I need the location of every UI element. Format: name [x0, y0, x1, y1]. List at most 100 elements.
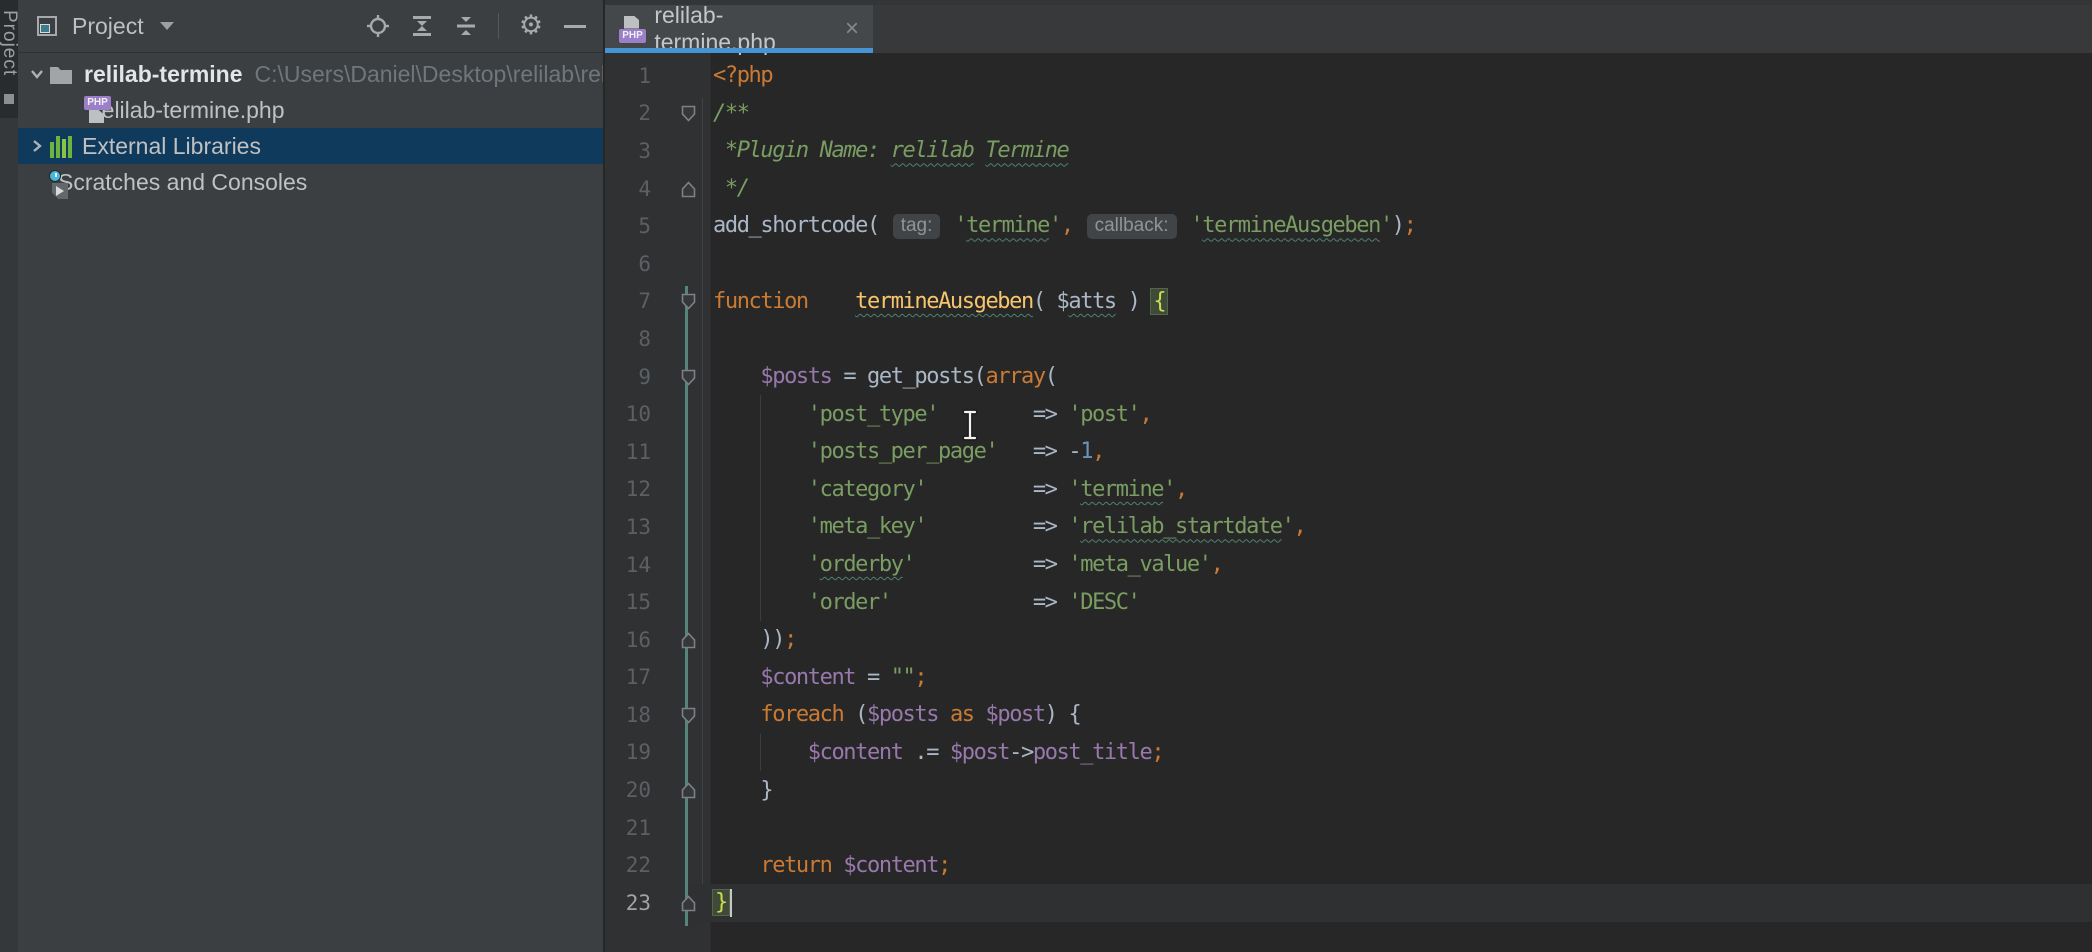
code-line-12[interactable]: 12 'category' => 'termine', — [605, 471, 2092, 509]
fold-column — [651, 320, 711, 358]
code-text[interactable]: add_shortcode( tag: 'termine', callback:… — [711, 213, 2092, 239]
toolbar-divider — [498, 13, 499, 39]
code-line-17[interactable]: 17 $content = ""; — [605, 659, 2092, 697]
code-line-10[interactable]: 10 'post_type' => 'post', — [605, 395, 2092, 433]
fold-marker-icon[interactable] — [651, 621, 711, 659]
stripe-icon[interactable] — [4, 94, 14, 104]
fold-column — [651, 846, 711, 884]
line-number: 2 — [605, 101, 651, 125]
indent-guide — [760, 583, 761, 621]
code-line-7[interactable]: 7 function termineAusgeben( $atts ) { — [605, 283, 2092, 321]
line-number: 17 — [605, 665, 651, 689]
tab-bar: PHP relilab-termine.php × — [605, 0, 2092, 53]
code-line-15[interactable]: 15 'order' => 'DESC' — [605, 583, 2092, 621]
code-line-23[interactable]: 23} — [605, 884, 2092, 922]
line-number: 22 — [605, 853, 651, 877]
fold-marker-icon[interactable] — [651, 358, 711, 396]
fold-marker-icon[interactable] — [651, 884, 711, 922]
tree-row-scratches-and-consoles[interactable]: Scratches and Consoles — [18, 164, 603, 200]
chevron-right-icon[interactable] — [26, 137, 48, 155]
code-line-14[interactable]: 14 'orderby' => 'meta_value', — [605, 546, 2092, 584]
code-text[interactable]: } — [711, 889, 2092, 917]
code-text[interactable]: 'order' => 'DESC' — [711, 590, 2092, 615]
line-number: 9 — [605, 365, 651, 389]
line-number: 6 — [605, 252, 651, 276]
indent-guide — [760, 395, 761, 433]
collapse-all-icon[interactable] — [454, 14, 478, 38]
expand-all-icon[interactable] — [410, 14, 434, 38]
fold-column — [651, 583, 711, 621]
chevron-down-icon[interactable] — [160, 22, 174, 30]
fold-marker-icon[interactable] — [651, 170, 711, 208]
tree-item-label: relilab-termine — [84, 61, 243, 88]
code-line-3[interactable]: 3 *Plugin Name: relilab Termine — [605, 132, 2092, 170]
project-panel-toolbar: Project — [18, 0, 603, 53]
code-line-20[interactable]: 20 } — [605, 771, 2092, 809]
tree-row-relilab-termine-php[interactable]: PHPrelilab-termine.php — [18, 92, 603, 128]
line-number: 7 — [605, 289, 651, 313]
fold-column — [651, 132, 711, 170]
code-text[interactable]: return $content; — [711, 853, 2092, 878]
code-line-22[interactable]: 22 return $content; — [605, 846, 2092, 884]
fold-column — [651, 546, 711, 584]
code-text[interactable]: $content .= $post->post_title; — [711, 740, 2092, 765]
code-line-4[interactable]: 4 */ — [605, 170, 2092, 208]
line-number: 12 — [605, 477, 651, 501]
code-line-18[interactable]: 18 foreach ($posts as $post) { — [605, 696, 2092, 734]
code-text[interactable]: *Plugin Name: relilab Termine — [711, 138, 2092, 163]
fold-marker-icon[interactable] — [651, 283, 711, 321]
code-line-6[interactable]: 6 — [605, 245, 2092, 283]
indent-guide — [760, 734, 761, 772]
fold-column — [651, 57, 711, 95]
code-line-5[interactable]: 5add_shortcode( tag: 'termine', callback… — [605, 207, 2092, 245]
code-line-13[interactable]: 13 'meta_key' => 'relilab_startdate', — [605, 508, 2092, 546]
panel-title[interactable]: Project — [72, 13, 144, 40]
code-line-21[interactable]: 21 — [605, 809, 2092, 847]
code-text[interactable]: $content = ""; — [711, 665, 2092, 690]
tab-close-icon[interactable]: × — [845, 15, 859, 43]
code-text[interactable]: 'orderby' => 'meta_value', — [711, 552, 2092, 577]
code-line-1[interactable]: 1<?php — [605, 57, 2092, 95]
stripe-project-button[interactable]: Project — [0, 10, 20, 76]
tab-label: relilab-termine.php — [654, 2, 833, 56]
code-line-2[interactable]: 2 /** — [605, 95, 2092, 133]
code-text[interactable]: )); — [711, 627, 2092, 652]
code-text[interactable]: */ — [711, 176, 2092, 201]
code-text[interactable]: 'post_type' => 'post', — [711, 402, 2092, 427]
text-caret — [730, 889, 732, 917]
code-line-16[interactable]: 16 )); — [605, 621, 2092, 659]
line-number: 10 — [605, 402, 651, 426]
hide-panel-icon[interactable] — [563, 14, 587, 38]
gear-icon[interactable]: ⚙ — [519, 14, 543, 38]
tree-item-path: C:\Users\Daniel\Desktop\relilab\relilab-… — [255, 61, 604, 88]
code-text[interactable]: 'category' => 'termine', — [711, 477, 2092, 502]
project-tree: relilab-termine C:\Users\Daniel\Desktop\r… — [18, 56, 603, 200]
indent-guide — [760, 471, 761, 509]
fold-column — [651, 809, 711, 847]
line-number: 19 — [605, 740, 651, 764]
chevron-down-icon[interactable] — [26, 65, 48, 83]
code-text[interactable]: /** — [711, 101, 2092, 126]
code-line-19[interactable]: 19 $content .= $post->post_title; — [605, 734, 2092, 772]
code-line-8[interactable]: 8 — [605, 320, 2092, 358]
code-text[interactable]: } — [711, 778, 2092, 803]
fold-marker-icon[interactable] — [651, 95, 711, 133]
tab-relilab-termine-php[interactable]: PHP relilab-termine.php × — [605, 5, 873, 53]
code-line-9[interactable]: 9 $posts = get_posts(array( — [605, 358, 2092, 396]
fold-marker-icon[interactable] — [651, 696, 711, 734]
code-text[interactable]: 'meta_key' => 'relilab_startdate', — [711, 514, 2092, 539]
line-number: 15 — [605, 590, 651, 614]
fold-column — [651, 471, 711, 509]
select-opened-file-icon[interactable] — [366, 14, 390, 38]
code-text[interactable]: $posts = get_posts(array( — [711, 364, 2092, 389]
tree-row-external-libraries[interactable]: External Libraries — [18, 128, 603, 164]
tree-row-relilab-termine[interactable]: relilab-termine C:\Users\Daniel\Desktop\r… — [18, 56, 603, 92]
project-view-icon[interactable] — [36, 15, 58, 37]
code-text[interactable]: foreach ($posts as $post) { — [711, 702, 2092, 727]
code-line-11[interactable]: 11 'posts_per_page' => -1, — [605, 433, 2092, 471]
code-editor[interactable]: 1<?php 2 /** 3 *Plugin Name: relilab Termin… — [605, 53, 2092, 952]
fold-marker-icon[interactable] — [651, 771, 711, 809]
code-text[interactable]: function termineAusgeben( $atts ) { — [711, 289, 2092, 314]
code-text[interactable]: 'posts_per_page' => -1, — [711, 439, 2092, 464]
code-text[interactable]: <?php — [711, 63, 2092, 88]
